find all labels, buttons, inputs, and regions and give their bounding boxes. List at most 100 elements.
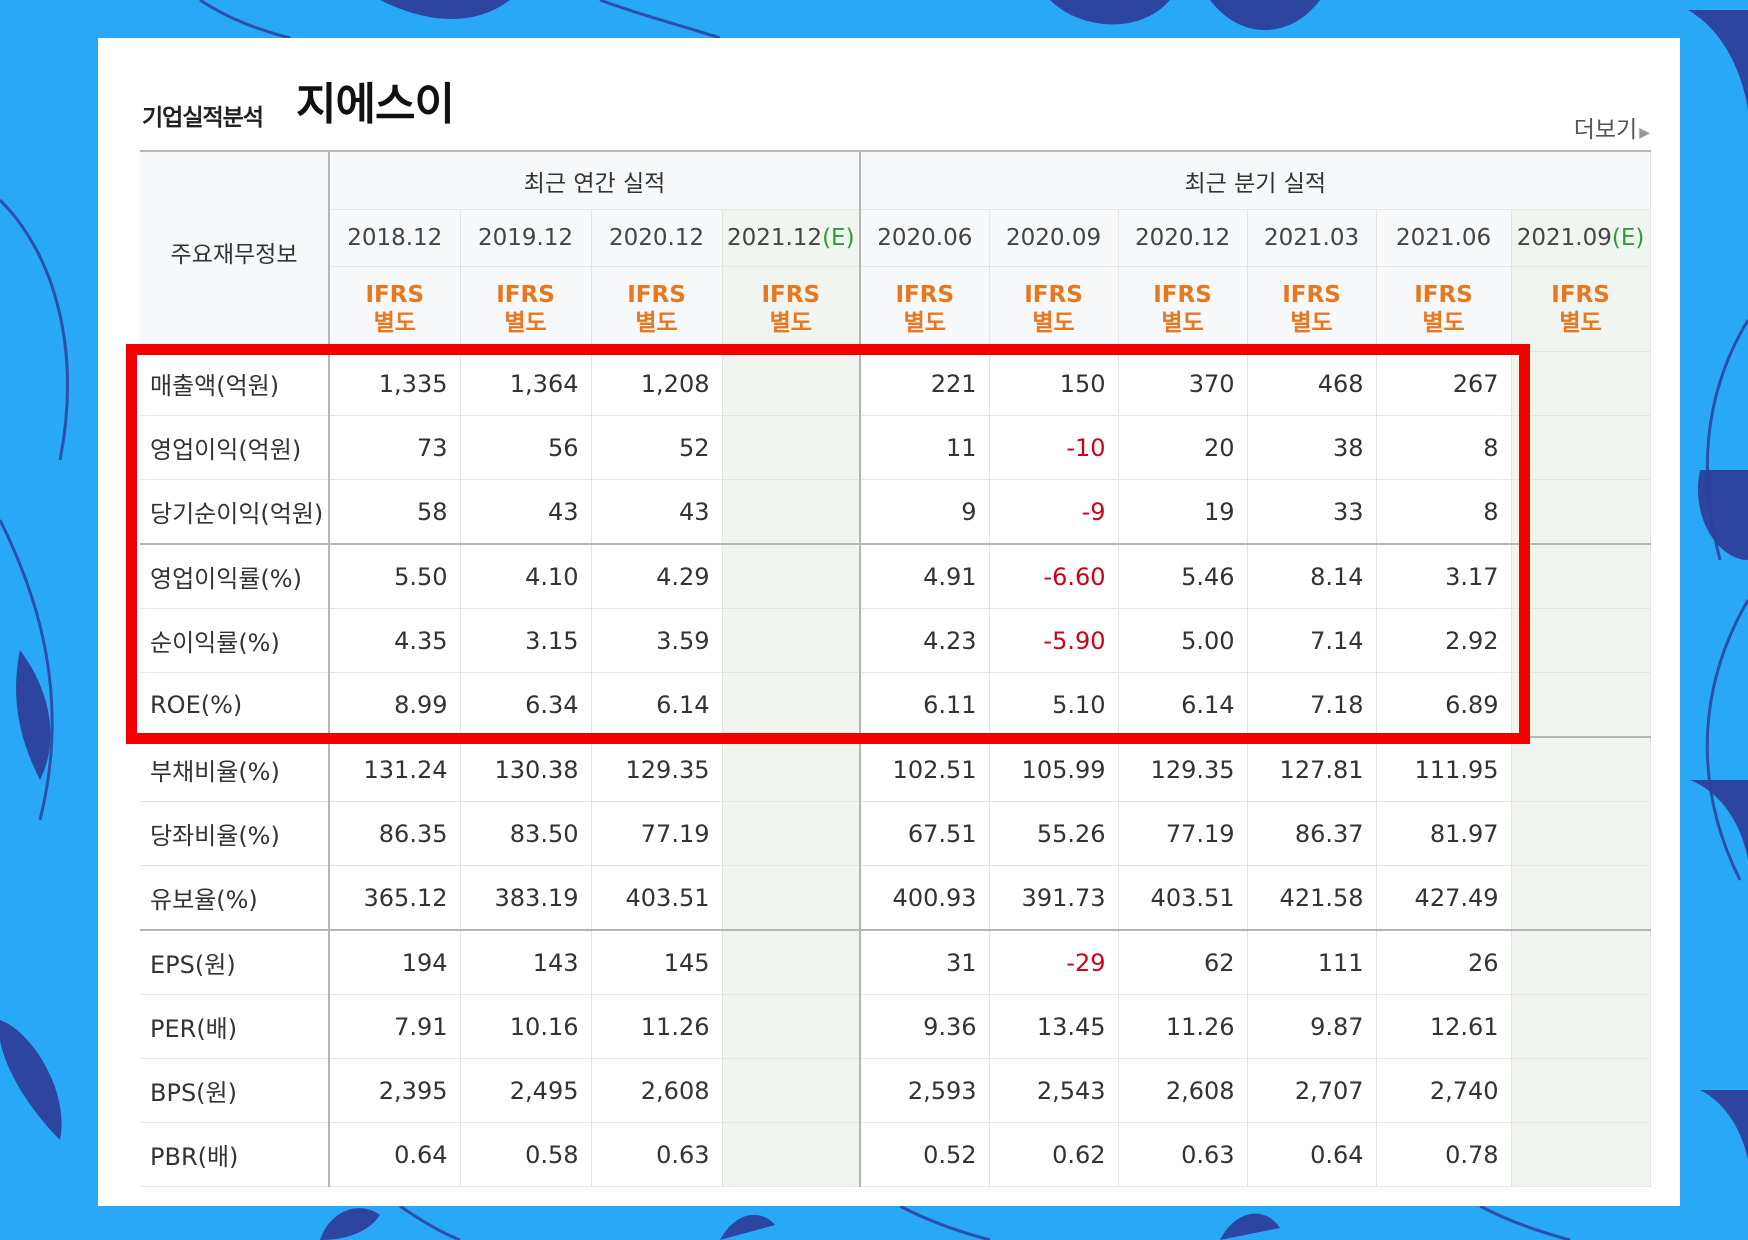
value-cell [722, 351, 862, 416]
value-cell: 6.11 [860, 672, 990, 738]
value-cell: -29 [989, 930, 1119, 995]
value-cell: 81.97 [1376, 801, 1512, 866]
period-header: 2019.12 [460, 209, 592, 267]
value-cell: 6.34 [460, 672, 592, 738]
value-cell: 403.51 [1118, 865, 1248, 931]
accounting-standard-cell: IFRS 별도 [1376, 266, 1512, 352]
value-cell: 86.35 [329, 801, 461, 866]
table-row: PBR(배) 0.64 0.58 0.63 0.52 0.62 0.63 0.64 0.78 [140, 1122, 1651, 1187]
value-cell: 11.26 [1118, 994, 1248, 1059]
value-cell: 4.10 [460, 544, 592, 609]
value-cell: 427.49 [1376, 865, 1512, 931]
value-cell [1511, 479, 1651, 545]
value-cell: 0.58 [460, 1122, 592, 1187]
value-cell [722, 479, 862, 545]
value-cell [722, 415, 862, 480]
value-cell: 5.10 [989, 672, 1119, 738]
corner-header: 주요재무정보 [140, 150, 330, 352]
value-cell: 20 [1118, 415, 1248, 480]
value-cell: 403.51 [591, 865, 723, 931]
value-cell: 7.18 [1247, 672, 1377, 738]
value-cell: 383.19 [460, 865, 592, 931]
separate-label: 별도 [1032, 310, 1075, 336]
value-cell: -9 [989, 479, 1119, 545]
value-cell: 4.35 [329, 608, 461, 673]
value-cell: 31 [860, 930, 990, 995]
separate-label: 별도 [373, 310, 416, 336]
table-row: ROE(%) 8.99 6.34 6.14 6.11 5.10 6.14 7.18 6.89 [140, 672, 1651, 738]
separate-label: 별도 [1559, 310, 1602, 336]
value-cell: 150 [989, 351, 1119, 416]
value-cell: 0.62 [989, 1122, 1119, 1187]
period-header-estimate: 2021.12(E) [722, 209, 862, 267]
row-label: 당기순이익(억원) [140, 479, 330, 545]
period-label: 2021.09 [1516, 225, 1612, 251]
quarter-group-header: 최근 분기 실적 [860, 150, 1651, 210]
value-cell: 13.45 [989, 994, 1119, 1059]
value-cell: 86.37 [1247, 801, 1377, 866]
company-name-title: 지에스이 [296, 79, 455, 130]
accounting-standard-cell: IFRS 별도 [1118, 266, 1248, 352]
value-cell [1511, 672, 1651, 738]
accounting-standard-cell: IFRS 별도 [722, 266, 862, 352]
separate-label: 별도 [635, 310, 678, 336]
value-cell: 221 [860, 351, 990, 416]
value-cell: 6.89 [1376, 672, 1512, 738]
value-cell: 400.93 [860, 865, 990, 931]
period-header-estimate: 2021.09(E) [1511, 209, 1651, 267]
value-cell: 77.19 [591, 801, 723, 866]
value-cell: 129.35 [1118, 737, 1248, 802]
accounting-standard-cell: IFRS 별도 [1247, 266, 1377, 352]
table-row: 당좌비율(%) 86.35 83.50 77.19 67.51 55.26 77.19 86.… [140, 801, 1651, 866]
financial-analysis-panel: 기업실적분석 지에스이 더보기 ▶ 주요재무정보 최근 연간 실적 최근 분기 실… [98, 38, 1680, 1206]
value-cell: 129.35 [591, 737, 723, 802]
value-cell: 2,740 [1376, 1058, 1512, 1123]
ifrs-label: IFRS [1551, 282, 1610, 308]
row-label: 유보율(%) [140, 865, 330, 931]
value-cell: 62 [1118, 930, 1248, 995]
value-cell: 0.63 [1118, 1122, 1248, 1187]
value-cell: 7.91 [329, 994, 461, 1059]
value-cell [1511, 415, 1651, 480]
value-cell: 6.14 [591, 672, 723, 738]
value-cell: 127.81 [1247, 737, 1377, 802]
value-cell [722, 865, 862, 931]
value-cell: 0.64 [329, 1122, 461, 1187]
value-cell: 2,495 [460, 1058, 592, 1123]
value-cell: 33 [1247, 479, 1377, 545]
row-label: PBR(배) [140, 1122, 330, 1187]
value-cell: 43 [460, 479, 592, 545]
accounting-standard-cell: IFRS 별도 [989, 266, 1119, 352]
period-header: 2020.12 [1118, 209, 1248, 267]
section-label: 기업실적분석 [142, 105, 264, 131]
more-link-label: 더보기 [1573, 117, 1638, 143]
value-cell: 468 [1247, 351, 1377, 416]
value-cell: 11.26 [591, 994, 723, 1059]
accounting-standard-cell: IFRS 별도 [329, 266, 461, 352]
value-cell: 26 [1376, 930, 1512, 995]
separate-label: 별도 [769, 310, 812, 336]
separate-label: 별도 [903, 310, 946, 336]
value-cell [722, 1058, 862, 1123]
row-label: EPS(원) [140, 930, 330, 995]
value-cell: 3.17 [1376, 544, 1512, 609]
value-cell: 421.58 [1247, 865, 1377, 931]
value-cell [1511, 801, 1651, 866]
value-cell: 267 [1376, 351, 1512, 416]
value-cell: 3.15 [460, 608, 592, 673]
period-header: 2018.12 [329, 209, 461, 267]
ifrs-label: IFRS [496, 282, 555, 308]
accounting-standard-cell: IFRS 별도 [460, 266, 592, 352]
value-cell: 38 [1247, 415, 1377, 480]
estimate-mark: (E) [1611, 225, 1645, 251]
value-cell [1511, 865, 1651, 931]
value-cell: 0.64 [1247, 1122, 1377, 1187]
value-cell [722, 737, 862, 802]
more-link[interactable]: 더보기 ▶ [1574, 110, 1650, 144]
value-cell [1511, 994, 1651, 1059]
row-label: 영업이익(억원) [140, 415, 330, 480]
chevron-right-icon: ▶ [1639, 125, 1650, 141]
value-cell [1511, 1058, 1651, 1123]
value-cell: 9 [860, 479, 990, 545]
value-cell: 58 [329, 479, 461, 545]
